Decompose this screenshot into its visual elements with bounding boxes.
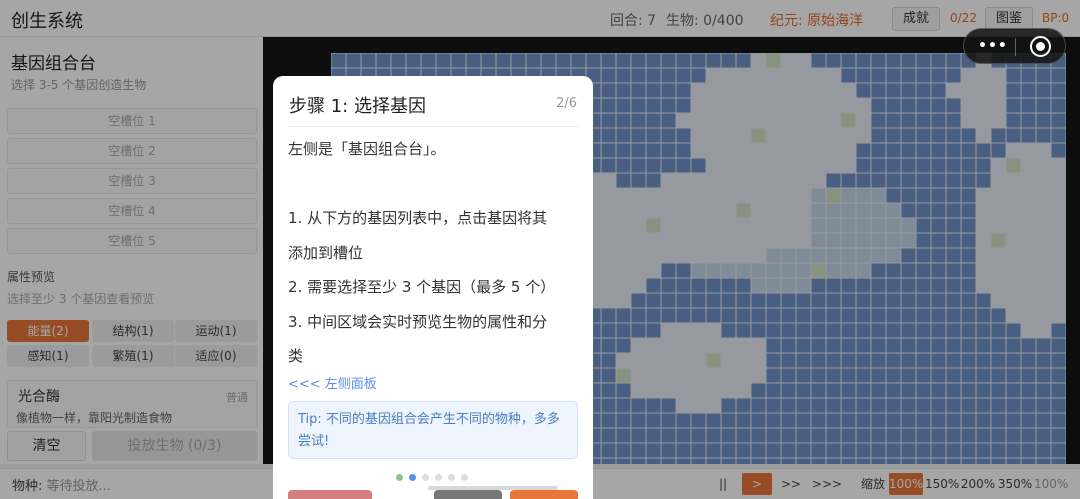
skip-button[interactable] bbox=[288, 490, 372, 499]
capsule-divider bbox=[1015, 38, 1016, 56]
tutorial-line-1: 左侧是「基因组合台」。 bbox=[288, 140, 446, 158]
page-dot-4 bbox=[435, 474, 442, 481]
tutorial-divider bbox=[288, 126, 578, 127]
next-button[interactable] bbox=[510, 490, 578, 499]
left-panel-link[interactable]: <<< 左侧面板 bbox=[288, 373, 377, 392]
page-dot-3 bbox=[422, 474, 429, 481]
tutorial-title: 步骤 1: 选择基因 bbox=[289, 96, 426, 117]
tutorial-line-5: 3. 中间区域会实时预览生物的属性和分 bbox=[288, 313, 548, 331]
tutorial-step: 2/6 bbox=[556, 96, 577, 111]
page-dot-6 bbox=[461, 474, 468, 481]
tutorial-line-6: 类 bbox=[288, 347, 304, 365]
page-dot-2 bbox=[409, 474, 416, 481]
tutorial-tip: Tip: 不同的基因组合会产生不同的物种，多多尝试! bbox=[288, 401, 578, 459]
page-dot-5 bbox=[448, 474, 455, 481]
tutorial-line-3: 添加到槽位 bbox=[288, 244, 364, 262]
mini-program-capsule: ••• bbox=[963, 28, 1066, 64]
tutorial-line-4: 2. 需要选择至少 3 个基因（最多 5 个） bbox=[288, 278, 556, 296]
more-icon[interactable]: ••• bbox=[978, 38, 1008, 54]
page-dot-1 bbox=[396, 474, 403, 481]
tutorial-line-2: 1. 从下方的基因列表中，点击基因将其 bbox=[288, 209, 548, 227]
tutorial-dialog: 步骤 1: 选择基因 2/6 左侧是「基因组合台」。 1. 从下方的基因列表中，… bbox=[273, 76, 593, 499]
close-target-icon[interactable] bbox=[1030, 36, 1051, 57]
prev-button[interactable] bbox=[434, 490, 502, 499]
